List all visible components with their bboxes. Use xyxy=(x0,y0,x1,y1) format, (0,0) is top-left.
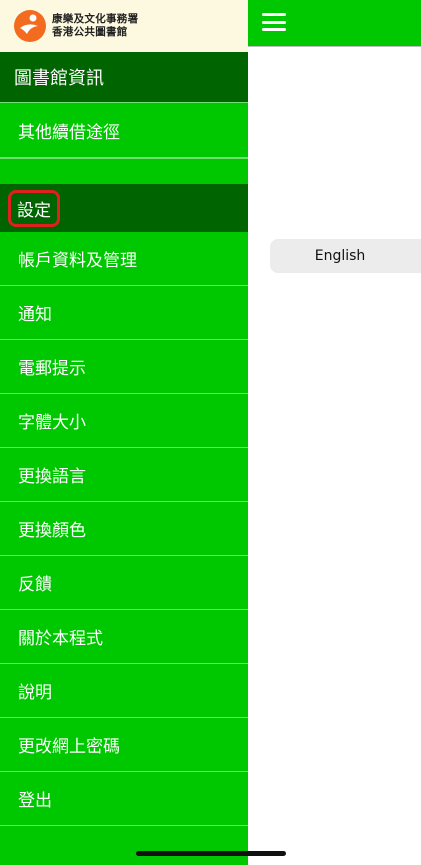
menu-item-label: 其他續借途徑 xyxy=(18,122,120,143)
language-button-label: English xyxy=(314,248,366,264)
settings-header[interactable]: 設定 xyxy=(0,184,248,232)
menu-item-account[interactable]: 帳戶資料及管理 xyxy=(0,232,248,286)
menu-item-about[interactable]: 關於本程式 xyxy=(0,610,248,664)
menu-item-label: 帳戶資料及管理 xyxy=(18,251,137,271)
menu-item-label: 更換語言 xyxy=(18,467,86,487)
side-menu: 康樂及文化事務署 香港公共圖書館 圖書館資訊 其他續借途徑 設定 帳戶資料及管理… xyxy=(0,0,248,865)
menu-item-change-password[interactable]: 更改網上密碼 xyxy=(0,718,248,772)
menu-item-label: 更改網上密碼 xyxy=(18,737,120,757)
menu-item-change-color[interactable]: 更換顏色 xyxy=(0,502,248,556)
menu-item-label: 電郵提示 xyxy=(18,359,86,379)
menu-item-label: 反饋 xyxy=(18,575,52,595)
menu-item-label: 關於本程式 xyxy=(18,629,103,649)
library-info-header[interactable]: 圖書館資訊 xyxy=(0,52,248,102)
menu-item-label: 登出 xyxy=(18,791,52,811)
hamburger-menu-icon[interactable] xyxy=(262,13,286,31)
lcsd-logo-icon xyxy=(14,10,46,42)
menu-item-email-alerts[interactable]: 電郵提示 xyxy=(0,340,248,394)
menu-item-feedback[interactable]: 反饋 xyxy=(0,556,248,610)
menu-item-label: 通知 xyxy=(18,305,52,325)
menu-item-label: 更換顏色 xyxy=(18,521,86,541)
menu-item-help[interactable]: 說明 xyxy=(0,664,248,718)
menu-item-font-size[interactable]: 字體大小 xyxy=(0,394,248,448)
language-button[interactable]: English xyxy=(270,239,421,273)
home-indicator xyxy=(136,851,286,856)
brand-line-2: 香港公共圖書館 xyxy=(52,26,128,38)
settings-label: 設定 xyxy=(8,189,60,227)
menu-item-logout[interactable]: 登出 xyxy=(0,772,248,826)
menu-divider-gap xyxy=(0,158,248,184)
menu-item-change-language[interactable]: 更換語言 xyxy=(0,448,248,502)
menu-item-label: 字體大小 xyxy=(18,413,86,433)
menu-item-other-renewal[interactable]: 其他續借途徑 xyxy=(0,102,248,158)
brand-name: 康樂及文化事務署 香港公共圖書館 xyxy=(52,13,138,39)
brand-line-1: 康樂及文化事務署 xyxy=(52,13,139,25)
menu-item-label: 說明 xyxy=(18,683,52,703)
menu-item-notifications[interactable]: 通知 xyxy=(0,286,248,340)
brand-header: 康樂及文化事務署 香港公共圖書館 xyxy=(0,0,248,52)
top-app-bar xyxy=(248,0,421,47)
